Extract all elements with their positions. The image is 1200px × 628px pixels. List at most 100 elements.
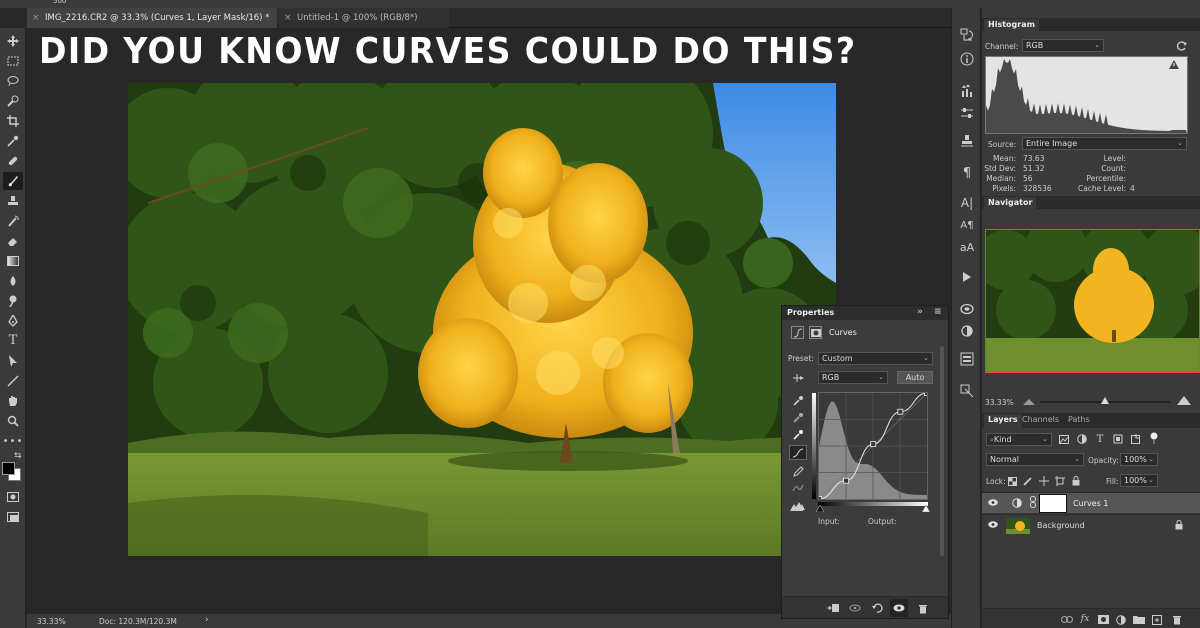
more-tools-icon[interactable]: ••• xyxy=(3,432,23,450)
fill-field[interactable]: 100% ⌄ xyxy=(1120,474,1158,487)
tab-channels[interactable]: Channels xyxy=(1022,415,1059,424)
zoom-level[interactable]: 33.33% xyxy=(37,617,66,626)
collapse-icon[interactable]: » xyxy=(917,307,923,317)
zoom-in-icon[interactable] xyxy=(1176,394,1192,406)
pencil-draw-icon[interactable] xyxy=(790,464,806,478)
marquee-tool-icon[interactable] xyxy=(3,52,23,70)
new-group-icon[interactable] xyxy=(1132,613,1146,626)
properties-panel-icon[interactable] xyxy=(957,350,977,368)
cache-warning-icon[interactable] xyxy=(1169,60,1179,69)
panel-menu-icon[interactable]: ≡ xyxy=(934,307,942,317)
histogram-header[interactable]: Histogram xyxy=(982,18,1200,31)
histogram-source-dropdown[interactable]: Entire Image ⌄ xyxy=(1022,137,1187,150)
character-styles-icon[interactable]: A¶ xyxy=(957,216,977,234)
path-selection-tool-icon[interactable] xyxy=(3,352,23,370)
actions-play-icon[interactable] xyxy=(957,268,977,286)
reset-icon[interactable] xyxy=(870,601,884,615)
filter-type-icon[interactable]: T xyxy=(1094,433,1106,445)
new-adjustment-layer-icon[interactable] xyxy=(1114,613,1128,626)
blend-mode-dropdown[interactable]: Normal ⌄ xyxy=(986,453,1084,466)
navigator-zoom-value[interactable]: 33.33% xyxy=(985,398,1014,407)
quick-selection-tool-icon[interactable] xyxy=(3,92,23,110)
filter-adjustment-icon[interactable] xyxy=(1076,433,1088,445)
visibility-eye-icon[interactable] xyxy=(890,599,908,617)
white-point-slider[interactable] xyxy=(922,505,930,512)
paragraph-icon[interactable]: ¶ xyxy=(957,164,977,182)
glyphs-icon[interactable]: aA xyxy=(957,238,977,256)
zoom-slider-thumb[interactable] xyxy=(1101,397,1109,404)
quick-mask-icon[interactable] xyxy=(3,488,23,506)
paths-icon[interactable] xyxy=(957,382,977,400)
blur-tool-icon[interactable] xyxy=(3,272,23,290)
swap-colors-icon[interactable]: ⇆ xyxy=(14,451,22,461)
adjustments-icon[interactable] xyxy=(957,322,977,340)
line-tool-icon[interactable] xyxy=(3,372,23,390)
clip-to-layer-icon[interactable] xyxy=(826,601,840,615)
navigator-zoom-slider[interactable] xyxy=(1040,397,1170,404)
layer-visibility-eye-icon[interactable] xyxy=(988,521,998,528)
layer-mask-link-icon[interactable] xyxy=(1030,496,1036,508)
navigator-header[interactable]: Navigator xyxy=(982,196,1200,209)
filter-toggle-icon[interactable] xyxy=(1148,432,1160,444)
lock-position-icon[interactable] xyxy=(1038,475,1050,487)
lock-pixels-icon[interactable] xyxy=(1022,475,1034,487)
screen-mode-icon[interactable] xyxy=(3,508,23,526)
dodge-tool-icon[interactable] xyxy=(3,292,23,310)
eyedropper-tool-icon[interactable] xyxy=(3,132,23,150)
navigator-preview[interactable] xyxy=(985,229,1200,373)
tab-paths[interactable]: Paths xyxy=(1068,415,1090,424)
history-icon[interactable] xyxy=(957,26,977,44)
brush-settings-icon[interactable] xyxy=(957,104,977,122)
layer-name[interactable]: Background xyxy=(1037,521,1085,530)
properties-panel-header[interactable]: Properties » ≡ xyxy=(782,306,948,320)
lasso-tool-icon[interactable] xyxy=(3,72,23,90)
delete-layer-icon[interactable] xyxy=(1170,613,1184,626)
eraser-tool-icon[interactable] xyxy=(3,232,23,250)
black-point-slider[interactable] xyxy=(816,505,824,512)
zoom-tool-icon[interactable] xyxy=(3,412,23,430)
history-brush-tool-icon[interactable] xyxy=(3,212,23,230)
preset-dropdown[interactable]: Custom ⌄ xyxy=(818,352,933,365)
layer-visibility-eye-icon[interactable] xyxy=(988,499,998,506)
info-icon[interactable] xyxy=(957,50,977,68)
tab-untitled-1[interactable]: × Untitled-1 @ 100% (RGB/8*) xyxy=(279,8,449,28)
layer-mask-thumbnail[interactable] xyxy=(1039,494,1067,513)
view-previous-state-icon[interactable] xyxy=(848,601,862,615)
clone-stamp-tool-icon[interactable] xyxy=(3,192,23,210)
layer-curves-1[interactable]: Curves 1 xyxy=(982,492,1200,513)
smooth-curve-icon[interactable] xyxy=(790,481,806,495)
white-point-eyedropper-icon[interactable] xyxy=(790,427,806,441)
curves-graph[interactable] xyxy=(818,392,928,500)
zoom-out-icon[interactable] xyxy=(1022,395,1036,407)
tab-close-icon[interactable]: × xyxy=(32,8,40,28)
healing-brush-tool-icon[interactable] xyxy=(3,152,23,170)
gradient-tool-icon[interactable] xyxy=(3,252,23,270)
targeted-adjustment-icon[interactable] xyxy=(790,371,806,385)
mask-icon[interactable] xyxy=(809,326,822,339)
brush-size-value[interactable]: 500 xyxy=(53,0,66,5)
pen-tool-icon[interactable] xyxy=(3,312,23,330)
add-mask-icon[interactable] xyxy=(1096,613,1110,626)
tab-close-icon[interactable]: × xyxy=(284,8,292,28)
filter-smart-object-icon[interactable] xyxy=(1130,433,1142,445)
tab-img-2216[interactable]: × IMG_2216.CR2 @ 33.3% (Curves 1, Layer … xyxy=(27,8,277,28)
filter-pixel-icon[interactable] xyxy=(1058,433,1070,445)
layer-background[interactable]: Background xyxy=(982,514,1200,535)
layer-name[interactable]: Curves 1 xyxy=(1073,499,1108,508)
brush-tool-icon[interactable] xyxy=(3,172,23,190)
lock-artboard-icon[interactable] xyxy=(1054,475,1066,487)
move-tool-icon[interactable] xyxy=(3,32,23,50)
channel-dropdown[interactable]: RGB ⌄ xyxy=(818,371,888,384)
hand-tool-icon[interactable] xyxy=(3,392,23,410)
layer-style-fx-icon[interactable]: fx xyxy=(1078,612,1092,626)
opacity-field[interactable]: 100% ⌄ xyxy=(1120,453,1158,466)
delete-icon[interactable] xyxy=(916,601,930,615)
filter-shape-icon[interactable] xyxy=(1112,433,1124,445)
auto-button[interactable]: Auto xyxy=(897,371,933,384)
clipping-warning-icon[interactable] xyxy=(788,499,808,513)
crop-tool-icon[interactable] xyxy=(3,112,23,130)
brush-presets-icon[interactable] xyxy=(957,82,977,100)
black-point-eyedropper-icon[interactable] xyxy=(790,393,806,407)
status-menu-arrow[interactable]: › xyxy=(205,615,209,625)
character-icon[interactable]: A| xyxy=(957,194,977,212)
